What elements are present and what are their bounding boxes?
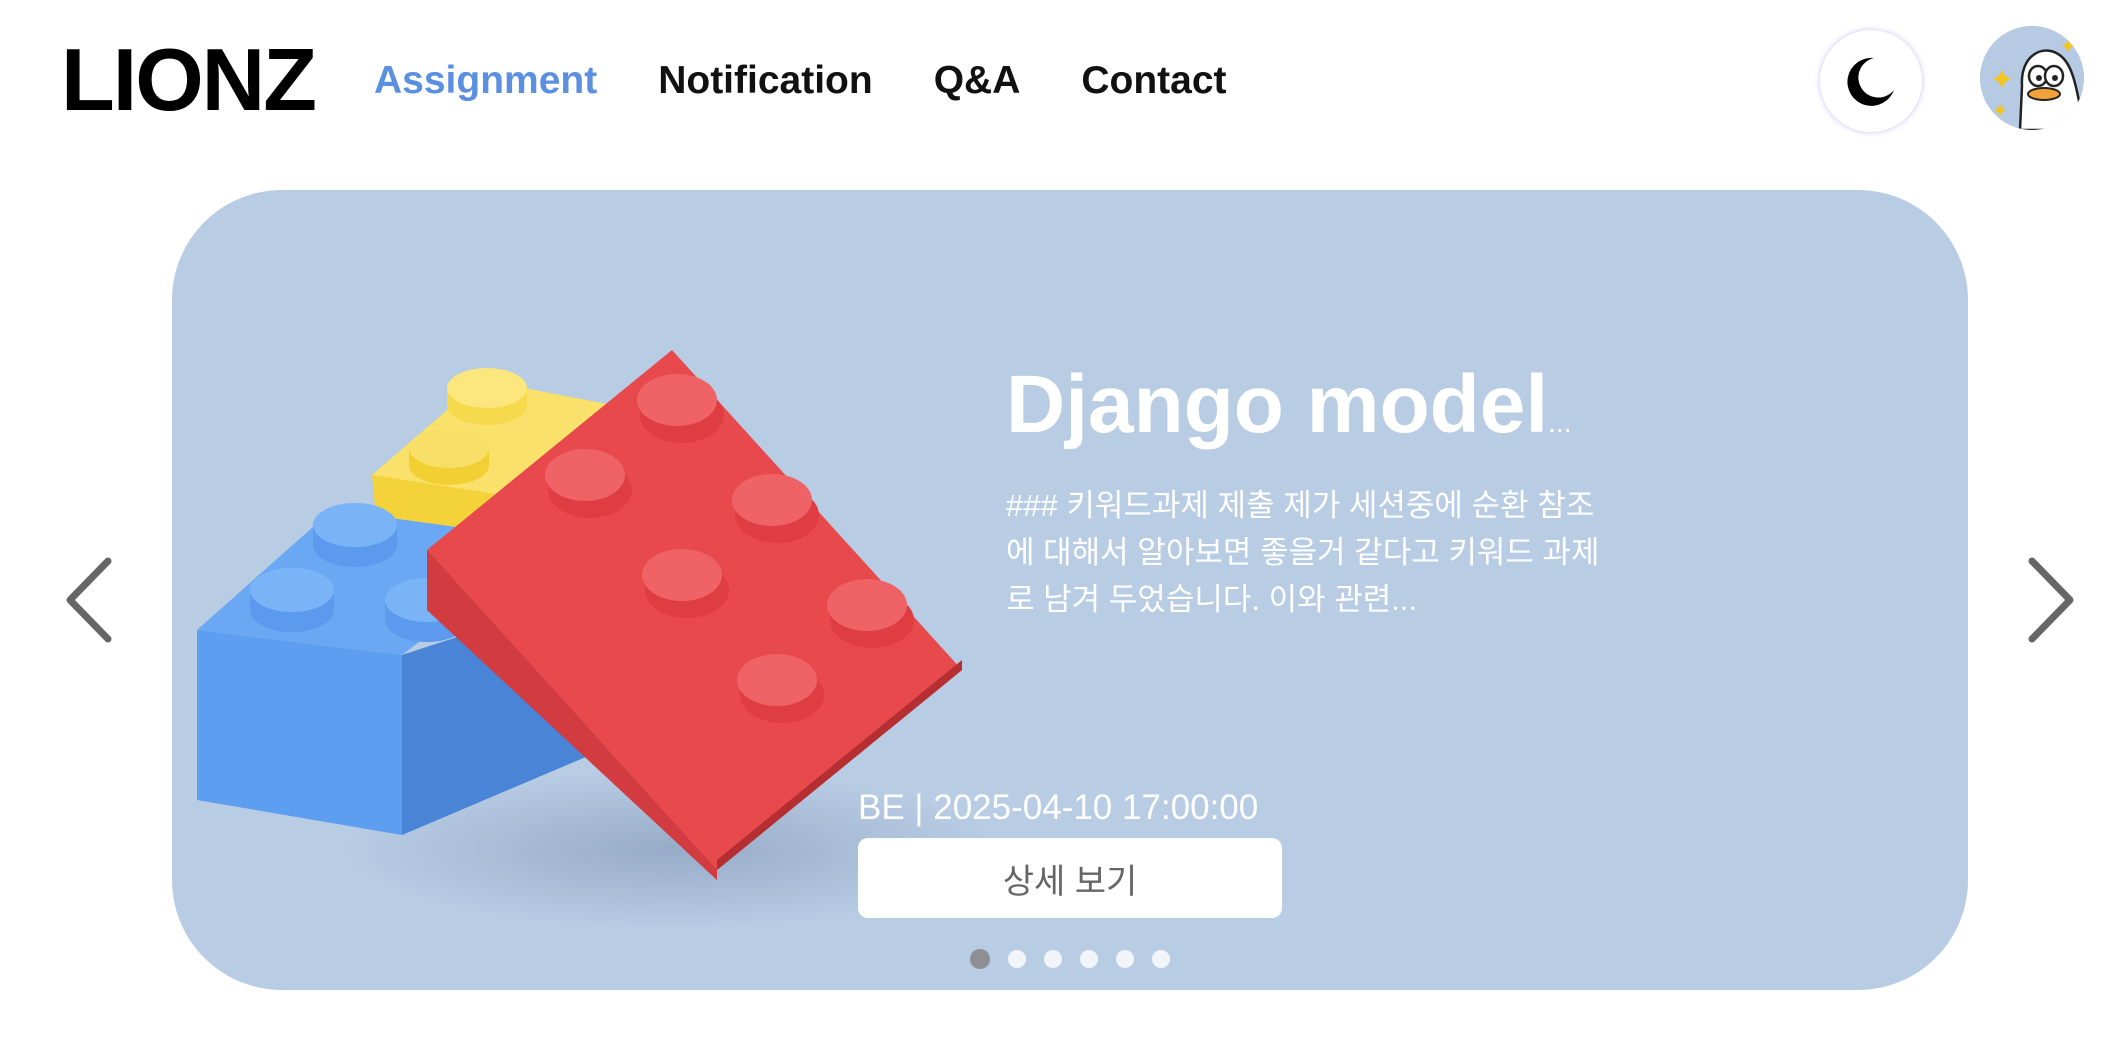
- duck-avatar-icon: [1980, 26, 2084, 130]
- carousel-dot-2[interactable]: [1008, 950, 1026, 968]
- carousel-prev-button[interactable]: [60, 555, 120, 645]
- carousel-next-button[interactable]: [2020, 555, 2080, 645]
- slide-title-text: Django model: [1006, 359, 1549, 450]
- nav-assignment[interactable]: Assignment: [374, 58, 597, 104]
- assignment-carousel: Django model... ### 키워드과제 제출 제가 세션중에 순환 …: [172, 190, 1968, 990]
- carousel-dot-1[interactable]: [970, 949, 990, 969]
- nav-qna[interactable]: Q&A: [934, 58, 1021, 104]
- nav-contact[interactable]: Contact: [1081, 58, 1226, 104]
- nav-notification[interactable]: Notification: [658, 58, 872, 104]
- slide-description: ### 키워드과제 제출 제가 세션중에 순환 참조에 대해서 알아보면 좋을거…: [1006, 488, 1600, 617]
- avatar[interactable]: [1980, 26, 2084, 130]
- carousel-dot-6[interactable]: [1152, 950, 1170, 968]
- moon-icon: [1847, 57, 1894, 106]
- site-logo[interactable]: LIONZ: [61, 36, 317, 124]
- slide-meta: BE | 2025-04-10 17:00:00: [858, 788, 1259, 827]
- carousel-dot-3[interactable]: [1044, 950, 1062, 968]
- view-detail-button[interactable]: 상세 보기: [858, 838, 1282, 918]
- main-nav: Assignment Notification Q&A Contact: [374, 58, 1288, 104]
- carousel-dot-5[interactable]: [1116, 950, 1134, 968]
- carousel-dot-4[interactable]: [1080, 950, 1098, 968]
- theme-toggle-button[interactable]: [1820, 30, 1922, 132]
- chevron-left-icon: [66, 557, 112, 643]
- top-header: LIONZ Assignment Notification Q&A Contac…: [0, 0, 2126, 160]
- slide-title: Django model...: [1006, 359, 1746, 450]
- carousel-pagination: [970, 949, 1170, 969]
- chevron-right-icon: [2028, 557, 2074, 643]
- slide-title-ellipsis: ...: [1548, 407, 1572, 438]
